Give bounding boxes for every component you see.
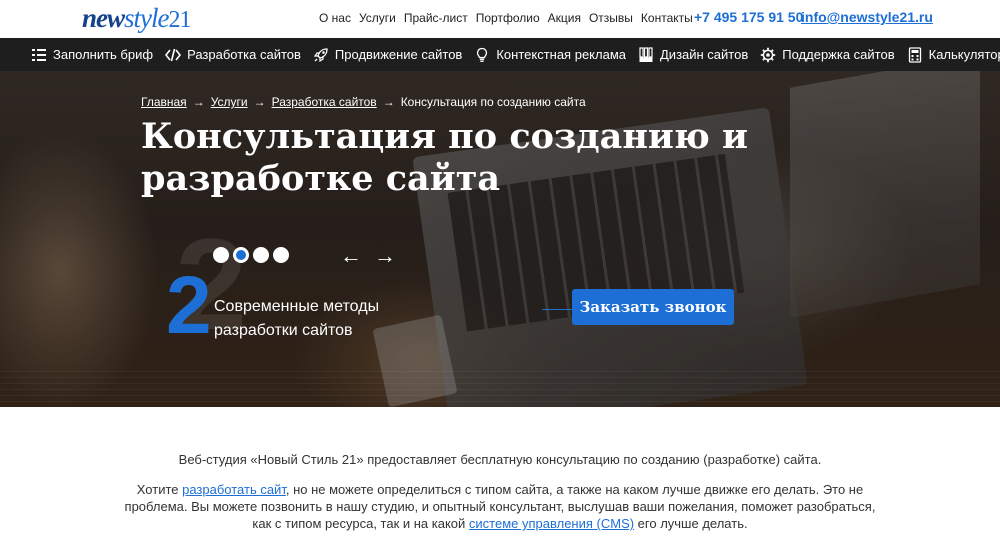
page-title: Консультация по созданию и разработке са… bbox=[141, 116, 748, 199]
top-link-reviews[interactable]: Отзывы bbox=[589, 11, 633, 25]
slider-dot-3[interactable] bbox=[253, 247, 269, 263]
nav-item-web-development[interactable]: Разработка сайтов bbox=[164, 46, 301, 64]
breadcrumb-arrow-icon: → bbox=[382, 95, 395, 109]
slider-arrows: ← → bbox=[340, 243, 396, 269]
nav-item-label: Контекстная реклама bbox=[496, 47, 626, 62]
gear-icon bbox=[759, 46, 777, 64]
phone-link[interactable]: +7 495 175 91 50 bbox=[694, 9, 803, 25]
cta-accent-line bbox=[542, 309, 574, 310]
nav-item-label: Поддержка сайтов bbox=[782, 47, 895, 62]
rocket-icon bbox=[312, 46, 330, 64]
slider-dot-1[interactable] bbox=[213, 247, 229, 263]
top-bar: newstyle21 О нас Услуги Прайс-лист Портф… bbox=[0, 0, 1000, 38]
cms-link[interactable]: системе управления (CMS) bbox=[469, 516, 634, 531]
breadcrumb-home[interactable]: Главная bbox=[141, 95, 187, 109]
arrow-left-icon[interactable]: ← bbox=[340, 243, 362, 269]
slider-dots bbox=[213, 247, 289, 263]
description-text-start: Хотите bbox=[136, 482, 183, 497]
code-icon bbox=[164, 46, 182, 64]
nav-item-design[interactable]: Дизайн сайтов bbox=[637, 46, 748, 64]
slider-dot-4[interactable] bbox=[273, 247, 289, 263]
main-content: Веб-студия «Новый Стиль 21» предоставляе… bbox=[0, 407, 1000, 548]
hero-banner: Главная → Услуги → Разработка сайтов → К… bbox=[0, 71, 1000, 407]
top-link-portfolio[interactable]: Портфолио bbox=[476, 11, 540, 25]
top-link-contacts[interactable]: Контакты bbox=[641, 11, 693, 25]
breadcrumb: Главная → Услуги → Разработка сайтов → К… bbox=[141, 95, 586, 109]
order-call-button[interactable]: Заказать звонок bbox=[572, 289, 734, 325]
top-link-pricelist[interactable]: Прайс-лист bbox=[404, 11, 468, 25]
slide-number: 2 bbox=[166, 260, 212, 351]
slider-dot-2-active[interactable] bbox=[233, 247, 249, 263]
email-link[interactable]: info@newstyle21.ru bbox=[801, 9, 933, 25]
breadcrumb-arrow-icon: → bbox=[192, 95, 205, 109]
arrow-right-icon[interactable]: → bbox=[374, 243, 396, 269]
nav-item-promotion[interactable]: Продвижение сайтов bbox=[312, 46, 462, 64]
develop-site-link[interactable]: разработать сайт bbox=[182, 482, 286, 497]
logo-part-new: new bbox=[82, 3, 125, 33]
nav-item-label: Калькулятор bbox=[928, 47, 1000, 62]
nav-item-label: Разработка сайтов bbox=[187, 47, 301, 62]
top-navigation: О нас Услуги Прайс-лист Портфолио Акция … bbox=[319, 11, 693, 25]
calculator-icon bbox=[906, 46, 924, 64]
main-navigation: Заполнить бриф Разработка сайтов Продвиж… bbox=[0, 38, 1000, 71]
nav-item-context-ads[interactable]: Контекстная реклама bbox=[473, 46, 626, 64]
breadcrumb-services[interactable]: Услуги bbox=[211, 95, 248, 109]
top-link-services[interactable]: Услуги bbox=[359, 11, 396, 25]
nav-item-calculator[interactable]: Калькулятор bbox=[906, 46, 1000, 64]
top-link-about[interactable]: О нас bbox=[319, 11, 351, 25]
logo-part-style: style bbox=[124, 3, 169, 33]
nav-item-label: Заполнить бриф bbox=[53, 47, 154, 62]
breadcrumb-current: Консультация по созданию сайта bbox=[400, 95, 586, 109]
logo-part-21: 21 bbox=[168, 7, 192, 33]
nav-item-support[interactable]: Поддержка сайтов bbox=[759, 46, 895, 64]
nav-item-label: Дизайн сайтов bbox=[660, 47, 749, 62]
intro-paragraph: Веб-студия «Новый Стиль 21» предоставляе… bbox=[178, 452, 822, 467]
description-paragraph: Хотите разработать сайт, но не можете оп… bbox=[118, 481, 882, 532]
nav-item-label: Продвижение сайтов bbox=[334, 47, 463, 62]
nav-item-brief[interactable]: Заполнить бриф bbox=[30, 46, 153, 64]
design-brushes-icon bbox=[637, 46, 655, 64]
lightbulb-icon bbox=[473, 46, 491, 64]
slide-caption: Современные методы разработки сайтов bbox=[214, 298, 380, 339]
top-link-promo[interactable]: Акция bbox=[548, 11, 581, 25]
breadcrumb-arrow-icon: → bbox=[253, 95, 266, 109]
description-text-end: его лучше делать. bbox=[634, 516, 748, 531]
brief-list-icon bbox=[30, 46, 48, 64]
breadcrumb-web-development[interactable]: Разработка сайтов bbox=[272, 95, 377, 109]
logo[interactable]: newstyle21 bbox=[82, 3, 192, 34]
